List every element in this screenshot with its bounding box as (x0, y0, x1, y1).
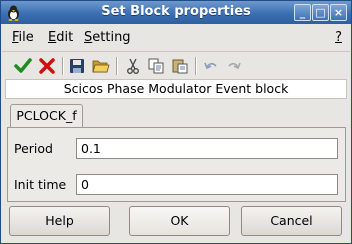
cut-icon (127, 58, 139, 74)
menu-setting[interactable]: Setting (84, 30, 131, 45)
title-bar[interactable]: Set Block properties _ □ × (1, 1, 351, 24)
menu-file[interactable]: File (12, 30, 34, 45)
menu-setting-label: etting (92, 30, 131, 45)
save-tool-button[interactable] (66, 55, 88, 77)
menu-help[interactable]: ? (335, 30, 342, 45)
maximize-button[interactable]: □ (312, 4, 329, 21)
copy-icon (148, 58, 164, 74)
paste-tool-button[interactable] (169, 55, 191, 77)
init-time-input[interactable] (76, 174, 338, 195)
open-tool-button[interactable] (90, 55, 112, 77)
ok-button[interactable]: OK (129, 206, 230, 236)
toolbar-separator (62, 57, 64, 75)
undo-icon (204, 62, 217, 70)
close-button[interactable]: × (330, 4, 347, 21)
menu-edit[interactable]: Edit (48, 30, 73, 45)
open-folder-icon (92, 60, 110, 73)
init-time-label: Init time (14, 177, 67, 192)
menu-bar: File Edit Setting ? (2, 25, 350, 50)
period-input[interactable] (76, 138, 338, 159)
check-icon (14, 58, 32, 73)
cancel-tool-button[interactable] (36, 55, 58, 77)
toolbar-separator (195, 57, 197, 75)
dialog-window: Set Block properties _ □ × File Edit Set… (0, 0, 352, 244)
menu-edit-label: dit (56, 30, 74, 45)
period-label: Period (14, 141, 53, 156)
minimize-button[interactable]: _ (294, 4, 311, 21)
save-icon (70, 59, 84, 73)
toolbar-separator (116, 57, 118, 75)
cross-icon (39, 58, 55, 74)
cut-tool-button[interactable] (122, 55, 144, 77)
minimize-icon: _ (299, 6, 306, 19)
redo-tool-button[interactable] (223, 55, 245, 77)
toolbar (2, 51, 350, 79)
maximize-icon: □ (315, 6, 326, 19)
menu-file-label: ile (18, 30, 34, 45)
block-description: Scicos Phase Modulator Event block (5, 79, 347, 99)
tab-panel: Period Init time (7, 127, 346, 202)
undo-tool-button[interactable] (200, 55, 222, 77)
paste-icon (172, 59, 188, 74)
tab-pclock-f[interactable]: PCLOCK_f (10, 104, 83, 128)
copy-tool-button[interactable] (145, 55, 167, 77)
close-icon: × (333, 6, 344, 19)
redo-icon (228, 62, 241, 70)
help-button[interactable]: Help (9, 206, 110, 236)
ok-tool-button[interactable] (12, 55, 34, 77)
cancel-button[interactable]: Cancel (241, 206, 342, 236)
menu-edit-mnemonic: E (48, 30, 57, 45)
